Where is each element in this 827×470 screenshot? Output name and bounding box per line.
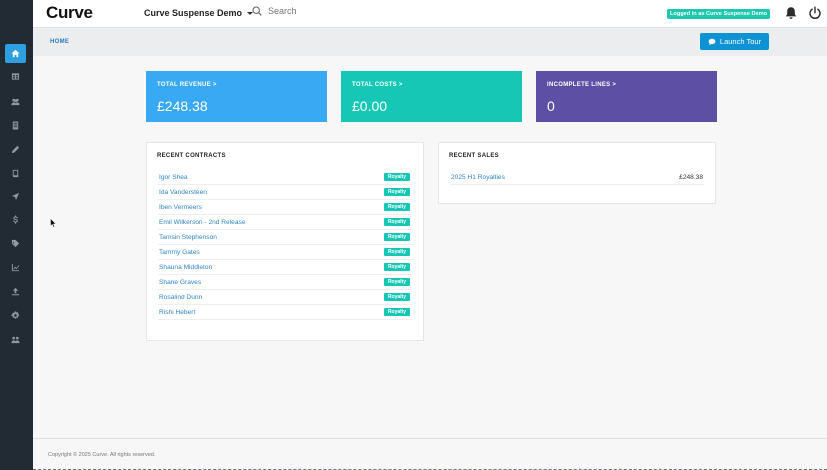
company-selector[interactable]: Curve Suspense Demo (144, 8, 254, 18)
royalty-badge: Royalty (383, 218, 410, 226)
contract-link[interactable]: Rishi Hebert (159, 309, 195, 316)
contract-row: Emil Wilkerson - 2nd Release Royalty (158, 215, 412, 230)
bell-icon[interactable] (784, 6, 798, 20)
stat-value: £0.00 (352, 98, 388, 114)
contract-row: Rosalind Dunn Royalty (158, 290, 412, 305)
chart-icon (11, 263, 20, 272)
contract-row: Rishi Hebert Royalty (158, 305, 412, 320)
logged-in-badge: Logged in as Curve Suspense Demo (667, 9, 770, 19)
card-title: RECENT CONTRACTS (157, 153, 226, 159)
royalty-badge: Royalty (383, 263, 410, 271)
recent-contracts-card: RECENT CONTRACTS Igor Shea Royalty Ida Va… (146, 142, 424, 341)
contract-row: Igor Shea Royalty (158, 170, 412, 185)
document-icon (12, 121, 19, 130)
royalty-badge: Royalty (383, 203, 410, 211)
sidebar-item-tags[interactable] (5, 234, 26, 253)
sidebar-item-home[interactable] (5, 44, 26, 63)
card-title: RECENT SALES (449, 153, 499, 159)
royalty-badge: Royalty (383, 248, 410, 256)
contract-row: Shane Graves Royalty (158, 275, 412, 290)
sidebar-item-edit[interactable] (5, 140, 26, 159)
footer-copyright: Copyright © 2025 Curve. All rights reser… (48, 452, 156, 458)
stat-label: TOTAL REVENUE > (157, 82, 217, 88)
group-icon (11, 336, 20, 344)
royalty-badge: Royalty (383, 173, 410, 181)
footer-divider (33, 438, 827, 439)
contract-link[interactable]: Tammy Gates (159, 249, 200, 256)
gear-icon (11, 311, 20, 319)
pencil-icon (11, 145, 20, 154)
contract-link[interactable]: Tamsin Stephenson (159, 234, 217, 241)
contract-row: Tammy Gates Royalty (158, 245, 412, 260)
tag-icon (11, 239, 20, 248)
royalty-badge: Royalty (383, 278, 410, 286)
sale-row: 2025 H1 Royalties £248.38 (450, 170, 704, 185)
sidebar-item-documents[interactable] (5, 116, 26, 135)
send-icon (11, 192, 20, 201)
users-icon (11, 98, 20, 106)
app-logo[interactable]: Curve (46, 3, 93, 23)
sidebar-item-settings[interactable] (5, 306, 26, 325)
sidebar-item-analytics[interactable] (5, 258, 26, 277)
company-name: Curve Suspense Demo (144, 8, 243, 18)
main-content: TOTAL REVENUE > £248.38 TOTAL COSTS > £0… (33, 56, 827, 470)
stat-total-revenue[interactable]: TOTAL REVENUE > £248.38 (146, 71, 327, 122)
stat-incomplete-lines[interactable]: INCOMPLETE LINES > 0 (536, 71, 717, 122)
stat-value: £248.38 (157, 98, 208, 114)
contract-link[interactable]: Ida Vandersteen (159, 189, 207, 196)
book-icon (12, 169, 19, 178)
sidebar-item-send[interactable] (5, 187, 26, 206)
search-input[interactable] (268, 6, 408, 16)
table-icon (11, 73, 20, 80)
topbar: Curve Curve Suspense Demo Logged in as C… (33, 0, 827, 28)
contract-row: Ida Vandersteen Royalty (158, 185, 412, 200)
sidebar-item-finance[interactable] (5, 210, 26, 229)
contract-link[interactable]: Shauna Middleton (159, 264, 212, 271)
sidebar-item-users[interactable] (5, 92, 26, 111)
contract-link[interactable]: Emil Wilkerson - 2nd Release (159, 219, 245, 226)
stat-label: INCOMPLETE LINES > (547, 82, 617, 88)
contract-link[interactable]: Iben Vermeers (159, 204, 202, 211)
royalty-badge: Royalty (383, 188, 410, 196)
sale-amount: £248.38 (679, 173, 703, 181)
contract-link[interactable]: Rosalind Dunn (159, 294, 202, 301)
contract-row: Iben Vermeers Royalty (158, 200, 412, 215)
sidebar (0, 0, 33, 470)
search-icon (252, 6, 262, 16)
contract-link[interactable]: Igor Shea (159, 174, 188, 181)
sale-link[interactable]: 2025 H1 Royalties (451, 174, 505, 181)
sidebar-item-team[interactable] (5, 330, 26, 349)
royalty-badge: Royalty (383, 308, 410, 316)
sidebar-item-table[interactable] (5, 67, 26, 86)
upload-icon (11, 287, 20, 296)
subheader: HOME Launch Tour (33, 28, 827, 56)
royalty-badge: Royalty (383, 293, 410, 301)
mouse-cursor-icon (50, 218, 57, 228)
contract-row: Tamsin Stephenson Royalty (158, 230, 412, 245)
sidebar-item-books[interactable] (5, 164, 26, 183)
contract-link[interactable]: Shane Graves (159, 279, 201, 286)
breadcrumb-home[interactable]: HOME (50, 39, 69, 45)
recent-sales-card: RECENT SALES 2025 H1 Royalties £248.38 (438, 142, 716, 204)
stat-total-costs[interactable]: TOTAL COSTS > £0.00 (341, 71, 522, 122)
home-icon (11, 49, 20, 58)
chat-icon (708, 38, 716, 45)
royalty-badge: Royalty (383, 233, 410, 241)
contract-row: Shauna Middleton Royalty (158, 260, 412, 275)
stat-label: TOTAL COSTS > (352, 82, 403, 88)
search-bar (252, 6, 408, 16)
launch-tour-button[interactable]: Launch Tour (700, 33, 769, 50)
launch-tour-label: Launch Tour (719, 37, 762, 46)
sidebar-item-upload[interactable] (5, 282, 26, 301)
dollar-icon (13, 215, 18, 224)
stat-value: 0 (547, 98, 555, 114)
power-icon[interactable] (808, 6, 822, 20)
